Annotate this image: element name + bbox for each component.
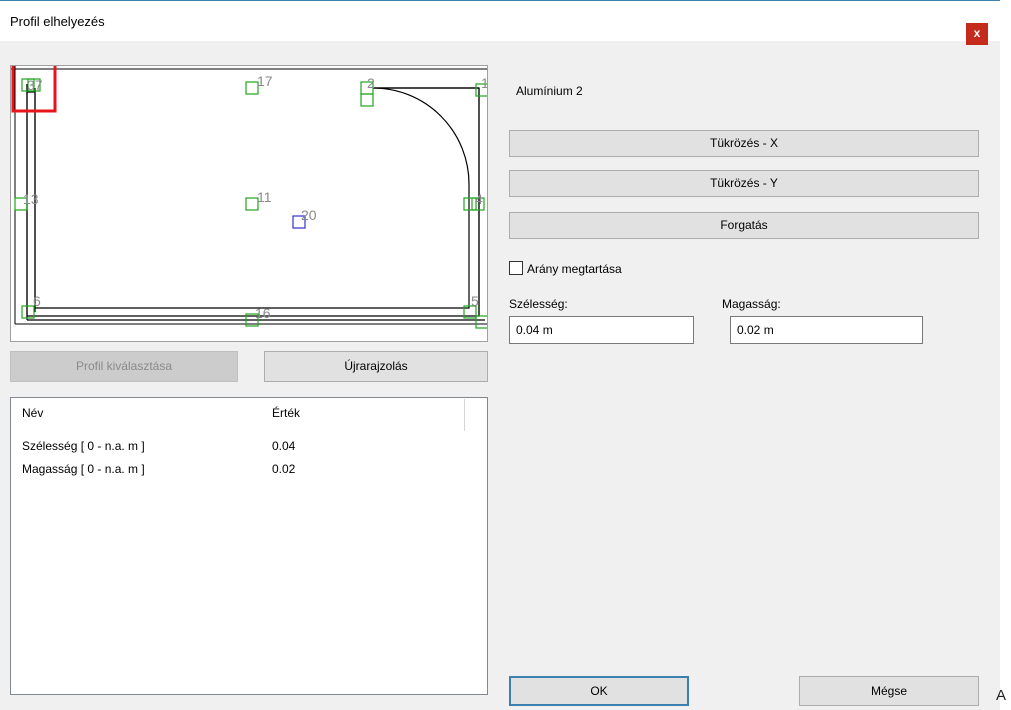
redraw-button[interactable]: Újrarajzolás <box>264 351 488 382</box>
profile-placement-dialog: Profil elhelyezés x 37 17 2 13 11 20 6 1… <box>0 0 1000 710</box>
node-label-37: 37 <box>27 77 43 93</box>
height-field[interactable]: 0.02 m <box>730 316 923 344</box>
mirror-y-button[interactable]: Tükrözés - Y <box>509 170 979 197</box>
profile-drawing: 37 17 2 13 11 20 6 16 5 1 4 <box>11 66 488 329</box>
mirror-x-button[interactable]: Tükrözés - X <box>509 130 979 157</box>
table-row-name[interactable]: Magasság [ 0 - n.a. m ] <box>22 462 145 476</box>
node-marker-2b <box>360 93 374 107</box>
table-row-name[interactable]: Szélesség [ 0 - n.a. m ] <box>22 439 145 453</box>
rotate-button[interactable]: Forgatás <box>509 212 979 239</box>
node-label-11: 11 <box>257 189 272 205</box>
node-label-20: 20 <box>301 207 317 223</box>
width-label: Szélesség: <box>509 297 568 311</box>
node-label-17: 17 <box>257 73 273 89</box>
node-label-1: 1 <box>481 75 488 91</box>
table-row-value[interactable]: 0.02 <box>272 462 295 476</box>
title-bar: Profil elhelyezés x <box>0 1 1000 45</box>
node-label-4: 4 <box>475 191 483 207</box>
parameter-table[interactable]: Név Érték Szélesség [ 0 - n.a. m ] 0.04 … <box>10 397 488 695</box>
node-label-5: 5 <box>471 293 479 309</box>
profile-preview[interactable]: 37 17 2 13 11 20 6 16 5 1 4 <box>10 65 488 342</box>
column-divider <box>464 399 465 431</box>
height-label: Magasság: <box>722 297 781 311</box>
cancel-button[interactable]: Mégse <box>799 676 979 706</box>
node-label-16: 16 <box>255 305 271 321</box>
close-button[interactable]: x <box>966 23 988 45</box>
dialog-title: Profil elhelyezés <box>10 14 105 29</box>
profile-outline <box>26 84 480 317</box>
ok-button[interactable]: OK <box>509 676 689 706</box>
node-label-13: 13 <box>23 191 39 207</box>
table-row-value[interactable]: 0.04 <box>272 439 295 453</box>
node-label-2: 2 <box>367 75 375 91</box>
outside-letter: A <box>996 687 1007 704</box>
keep-ratio-checkbox[interactable] <box>509 261 523 275</box>
width-field[interactable]: 0.04 m <box>509 316 694 344</box>
column-header-value: Érték <box>272 406 301 420</box>
profile-name: Alumínium 2 <box>516 84 583 98</box>
node-marker-5b <box>475 315 487 329</box>
node-label-6: 6 <box>33 293 41 309</box>
keep-ratio-label: Arány megtartása <box>527 262 622 276</box>
column-header-name: Név <box>22 406 44 420</box>
select-profile-button[interactable]: Profil kiválasztása <box>10 351 238 382</box>
